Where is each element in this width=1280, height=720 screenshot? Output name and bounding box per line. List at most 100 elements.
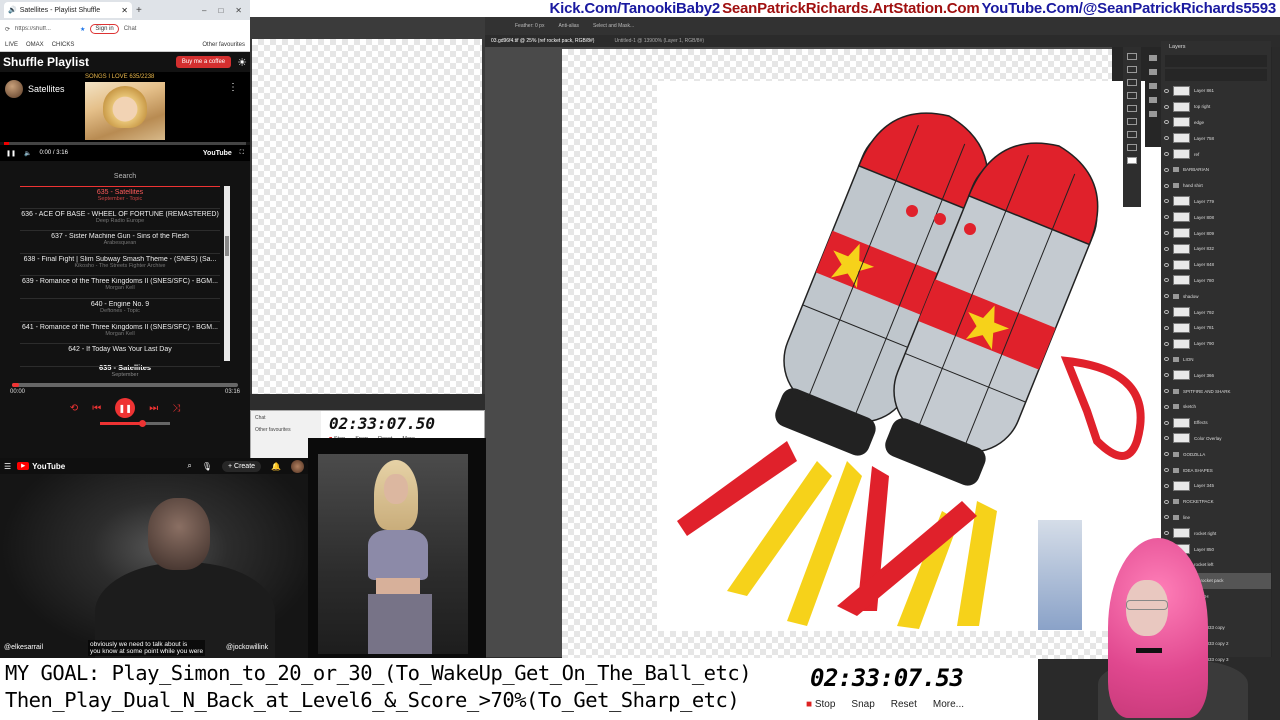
layer-group-row[interactable]: GODZILLA (1161, 446, 1271, 462)
visibility-eye-icon[interactable] (1164, 88, 1169, 93)
notifications-icon[interactable]: 🔔 (271, 462, 281, 471)
visibility-eye-icon[interactable] (1164, 231, 1169, 236)
visibility-eye-icon[interactable] (1164, 420, 1169, 425)
theme-toggle-icon[interactable]: ☀ (237, 56, 247, 69)
mic-icon[interactable]: 🎙 (202, 462, 212, 471)
visibility-eye-icon[interactable] (1164, 136, 1169, 141)
layer-group-row[interactable]: SPITFIRE AND SHARK (1161, 383, 1271, 399)
new-tab-icon[interactable]: + (136, 5, 142, 16)
layer-row[interactable]: Layer 861 (1161, 83, 1271, 99)
previous-icon[interactable]: ⏮ (92, 403, 101, 414)
layer-group-row[interactable]: ROCKETPACK (1161, 494, 1271, 510)
visibility-eye-icon[interactable] (1164, 120, 1169, 125)
big-reset-button[interactable]: Reset (891, 699, 917, 710)
search-icon[interactable]: ⌕ (187, 461, 191, 471)
visibility-eye-icon[interactable] (1164, 294, 1169, 299)
visibility-eye-icon[interactable] (1164, 215, 1169, 220)
visibility-eye-icon[interactable] (1164, 468, 1169, 473)
visibility-eye-icon[interactable] (1164, 278, 1169, 283)
tool-move-icon[interactable] (1127, 53, 1137, 60)
bookmark-omax[interactable]: OMAX (26, 42, 44, 48)
canvas-scrollbar[interactable] (250, 394, 485, 410)
layer-group-row[interactable]: hand shirt (1161, 178, 1271, 194)
playlist-item[interactable]: 638 - Final Fight | Slim Subway Smash Th… (20, 254, 220, 277)
layer-row[interactable]: Layer 781 (1161, 320, 1271, 336)
visibility-eye-icon[interactable] (1164, 246, 1169, 251)
more-options-icon[interactable]: ⋮ (228, 82, 238, 93)
layer-row[interactable]: top right (1161, 99, 1271, 115)
layer-row[interactable]: edge (1161, 115, 1271, 131)
visibility-eye-icon[interactable] (1164, 389, 1169, 394)
profile-avatar[interactable] (291, 459, 304, 473)
layer-row[interactable]: Layer 832 (1161, 241, 1271, 257)
url-field[interactable]: https://shuff... (15, 26, 75, 32)
visibility-eye-icon[interactable] (1164, 199, 1169, 204)
podcast-video[interactable]: obviously we need to talk about is you k… (0, 474, 308, 658)
visibility-eye-icon[interactable] (1164, 104, 1169, 109)
star-icon[interactable]: ★ (80, 26, 85, 33)
visibility-eye-icon[interactable] (1164, 262, 1169, 267)
visibility-eye-icon[interactable] (1164, 167, 1169, 172)
adjustments-icon[interactable] (1149, 83, 1157, 89)
pause-button[interactable]: ❚❚ (115, 398, 136, 418)
transparent-canvas[interactable] (252, 39, 482, 394)
layer-group-row[interactable]: shadow (1161, 288, 1271, 304)
buy-coffee-button[interactable]: Buy me a coffee (175, 56, 232, 68)
back-icon[interactable]: ⟳ (5, 26, 10, 33)
chat-button[interactable]: Chat (124, 26, 137, 32)
visibility-eye-icon[interactable] (1164, 404, 1169, 409)
playlist-scrollbar[interactable] (224, 186, 230, 361)
layer-row[interactable]: Layer 809 (1161, 225, 1271, 241)
layer-row[interactable]: Layer 808 (1161, 209, 1271, 225)
visibility-eye-icon[interactable] (1164, 357, 1169, 362)
layer-group-row[interactable]: sketch (1161, 399, 1271, 415)
close-tab-icon[interactable]: ✕ (121, 6, 128, 15)
mini-other-favourites[interactable]: Other favourites (255, 427, 317, 433)
layer-group-row[interactable]: IDEA SHAPES (1161, 462, 1271, 478)
visibility-eye-icon[interactable] (1164, 341, 1169, 346)
document-canvas[interactable] (562, 49, 1162, 659)
playlist-item[interactable]: 635 - Satellites September - Topic (20, 186, 220, 209)
visibility-eye-icon[interactable] (1164, 373, 1169, 378)
bookmark-live[interactable]: LIVE (5, 42, 18, 48)
browser-tab[interactable]: 🔊 Satellites - Playlist Shuffle ✕ (4, 2, 132, 18)
pause-icon[interactable]: ❚❚ (6, 150, 16, 157)
visibility-eye-icon[interactable] (1164, 499, 1169, 504)
channels-icon[interactable] (1149, 111, 1157, 117)
playlist-item[interactable]: 641 - Romance of the Three Kingdoms II (… (20, 322, 220, 345)
playlist-item[interactable]: 642 - If Today Was Your Last Day (20, 344, 220, 367)
visibility-eye-icon[interactable] (1164, 325, 1169, 330)
layer-group-row[interactable]: BARBARIAN (1161, 162, 1271, 178)
playlist-item[interactable]: 639 - Romance of the Three Kingdoms II (… (20, 276, 220, 299)
tool-text-icon[interactable] (1127, 118, 1137, 125)
maximize-icon[interactable]: □ (218, 6, 223, 15)
menu-icon[interactable]: ☰ (4, 462, 11, 471)
layer-row[interactable]: Effects (1161, 415, 1271, 431)
doc-tab-untitled[interactable]: Untitled-1 @ 13900% (Layer 1, RGB/8#) (614, 38, 704, 44)
youtube-logo[interactable]: ▶ YouTube (17, 462, 65, 471)
layers-panel-title[interactable]: Layers (1161, 41, 1271, 53)
tool-lasso-icon[interactable] (1127, 79, 1137, 86)
big-snap-button[interactable]: Snap (851, 699, 874, 710)
visibility-eye-icon[interactable] (1164, 436, 1169, 441)
option-feather[interactable]: Feather: 0 px (515, 23, 544, 29)
big-stop-button[interactable]: Stop (806, 699, 836, 710)
search-label[interactable]: Search (0, 173, 250, 180)
tool-hand-icon[interactable] (1127, 131, 1137, 138)
layer-row[interactable]: Layer 848 (1161, 257, 1271, 273)
fullscreen-icon[interactable]: ⛶ (240, 150, 244, 157)
volume-icon[interactable]: 🔈 (24, 150, 31, 157)
visibility-eye-icon[interactable] (1164, 183, 1169, 188)
layer-row[interactable]: ref (1161, 146, 1271, 162)
visibility-eye-icon[interactable] (1164, 152, 1169, 157)
history-icon[interactable] (1149, 55, 1157, 61)
tool-eraser-icon[interactable] (1127, 105, 1137, 112)
close-window-icon[interactable]: ✕ (235, 6, 242, 15)
playlist-item[interactable]: 637 - Sister Machine Gun - Sins of the F… (20, 231, 220, 254)
other-favourites[interactable]: Other favourites (202, 42, 245, 48)
tool-marquee-icon[interactable] (1127, 66, 1137, 73)
volume-slider[interactable] (100, 420, 170, 427)
repeat-icon[interactable]: ⟲ (70, 403, 78, 414)
layer-group-row[interactable]: LION (1161, 352, 1271, 368)
layer-row[interactable]: Layer 792 (1161, 304, 1271, 320)
